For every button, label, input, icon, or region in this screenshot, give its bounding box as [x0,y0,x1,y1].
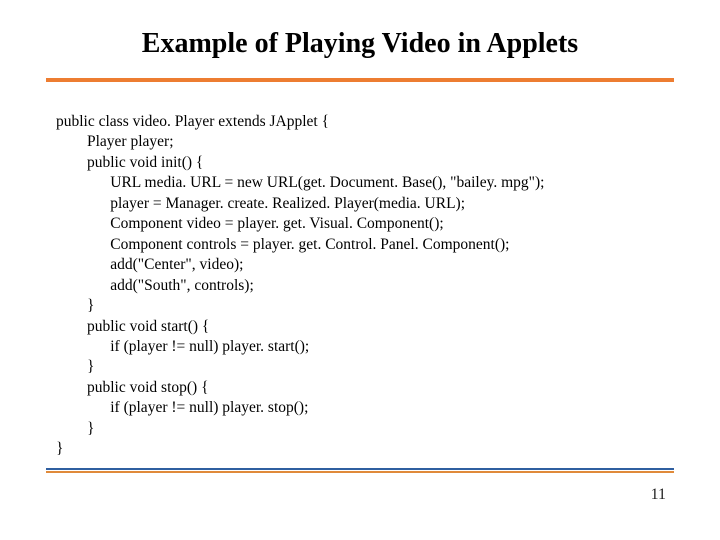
code-line: if (player != null) player. stop(); [56,399,308,416]
code-line: } [56,440,63,457]
divider-bottom-blue [46,468,674,470]
code-line: URL media. URL = new URL(get. Document. … [56,174,544,191]
code-line: Component video = player. get. Visual. C… [56,215,444,232]
code-line: if (player != null) player. start(); [56,338,309,355]
code-line: add("Center", video); [56,256,243,273]
code-block: public class video. Player extends JAppl… [56,112,676,460]
code-line: public class video. Player extends JAppl… [56,113,329,130]
slide: Example of Playing Video in Applets publ… [0,0,720,540]
code-line: } [56,358,94,375]
slide-title: Example of Playing Video in Applets [0,28,720,60]
page-number: 11 [651,486,666,504]
code-line: public void init() { [56,154,203,171]
divider-top [46,78,674,82]
code-line: Player player; [56,133,174,150]
code-line: player = Manager. create. Realized. Play… [56,195,465,212]
code-line: public void stop() { [56,379,209,396]
divider-bottom-orange [46,471,674,473]
code-line: } [56,297,94,314]
code-line: add("South", controls); [56,277,254,294]
code-line: } [56,420,94,437]
code-line: Component controls = player. get. Contro… [56,236,509,253]
code-line: public void start() { [56,318,209,335]
